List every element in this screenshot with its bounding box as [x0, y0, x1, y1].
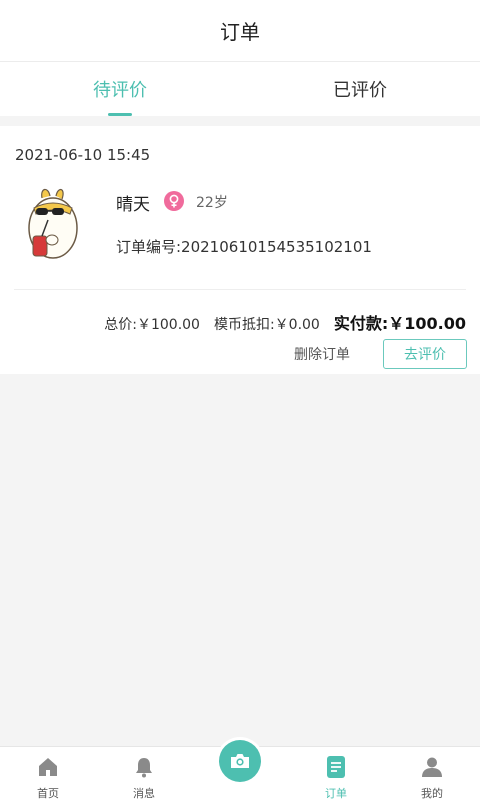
tab-pending-review[interactable]: 待评价 — [0, 62, 240, 116]
avatar — [28, 188, 78, 259]
female-icon — [164, 191, 184, 211]
nav-orders[interactable]: 订单 — [288, 747, 384, 800]
tab-reviewed[interactable]: 已评价 — [240, 62, 480, 116]
order-number: 订单编号:20210610154535102101 — [116, 238, 372, 256]
section-gap — [0, 116, 480, 126]
delete-order-button[interactable]: 删除订单 — [294, 344, 350, 364]
order-time: 2021-06-10 15:45 — [15, 146, 151, 164]
review-button[interactable]: 去评价 — [383, 339, 467, 369]
order-icon — [326, 755, 346, 779]
user-name: 晴天 — [116, 195, 150, 215]
order-tabs: 待评价 已评价 — [0, 62, 480, 116]
actual-payment: 实付款:￥100.00 — [333, 314, 466, 333]
nav-label: 首页 — [37, 787, 59, 800]
camera-icon — [231, 754, 249, 768]
home-icon — [37, 755, 59, 779]
user-icon — [421, 755, 443, 779]
page-header: 订单 — [0, 0, 480, 62]
user-age: 22岁 — [196, 195, 228, 211]
price-summary: 总价:￥100.00 模币抵扣:￥0.00 实付款:￥100.00 — [104, 310, 466, 334]
nav-profile[interactable]: 我的 — [384, 747, 480, 800]
nav-label: 消息 — [133, 787, 155, 800]
nav-label: 我的 — [421, 787, 443, 800]
camera-button[interactable] — [219, 740, 261, 782]
tab-label: 已评价 — [333, 80, 387, 101]
tab-label: 待评价 — [93, 80, 147, 101]
total-price: 总价:￥100.00 — [104, 317, 200, 333]
page-title: 订单 — [220, 20, 260, 44]
bell-icon — [133, 755, 155, 779]
order-card: 2021-06-10 15:45 晴天 22岁 订单编号:20210610154… — [0, 126, 480, 374]
nav-messages[interactable]: 消息 — [96, 747, 192, 800]
coin-deduction: 模币抵扣:￥0.00 — [213, 317, 320, 333]
nav-label: 订单 — [325, 787, 347, 800]
divider — [14, 289, 466, 290]
nav-home[interactable]: 首页 — [0, 747, 96, 800]
